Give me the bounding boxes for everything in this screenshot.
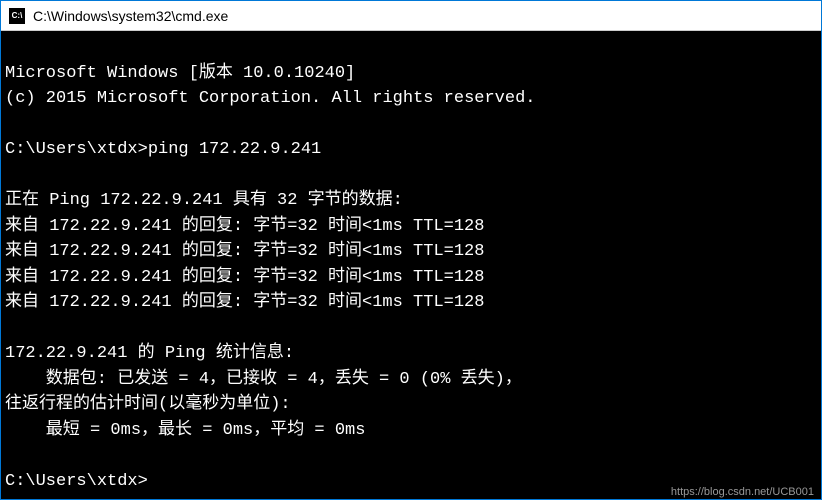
titlebar[interactable]: C:\ C:\Windows\system32\cmd.exe bbox=[1, 1, 821, 31]
terminal-line: 来自 172.22.9.241 的回复: 字节=32 时间<1ms TTL=12… bbox=[5, 293, 484, 312]
terminal-prompt: C:\Users\xtdx> bbox=[5, 472, 148, 491]
terminal-line: 正在 Ping 172.22.9.241 具有 32 字节的数据: bbox=[5, 191, 403, 210]
cmd-window: C:\ C:\Windows\system32\cmd.exe Microsof… bbox=[0, 0, 822, 500]
terminal-line: (c) 2015 Microsoft Corporation. All righ… bbox=[5, 89, 536, 108]
terminal-line: Microsoft Windows [版本 10.0.10240] bbox=[5, 64, 355, 83]
terminal-output[interactable]: Microsoft Windows [版本 10.0.10240] (c) 20… bbox=[1, 31, 821, 499]
terminal-line: 往返行程的估计时间(以毫秒为单位): bbox=[5, 395, 291, 414]
terminal-line: 来自 172.22.9.241 的回复: 字节=32 时间<1ms TTL=12… bbox=[5, 242, 484, 261]
cmd-icon: C:\ bbox=[9, 8, 25, 24]
terminal-line: 来自 172.22.9.241 的回复: 字节=32 时间<1ms TTL=12… bbox=[5, 217, 484, 236]
terminal-line: 172.22.9.241 的 Ping 统计信息: bbox=[5, 344, 294, 363]
terminal-line: C:\Users\xtdx>ping 172.22.9.241 bbox=[5, 140, 321, 159]
terminal-line: 来自 172.22.9.241 的回复: 字节=32 时间<1ms TTL=12… bbox=[5, 268, 484, 287]
watermark: https://blog.csdn.net/UCB001 bbox=[671, 486, 814, 498]
window-title: C:\Windows\system32\cmd.exe bbox=[33, 8, 228, 24]
terminal-line: 最短 = 0ms，最长 = 0ms，平均 = 0ms bbox=[5, 421, 365, 440]
terminal-line: 数据包: 已发送 = 4，已接收 = 4，丢失 = 0 (0% 丢失)， bbox=[5, 370, 522, 389]
